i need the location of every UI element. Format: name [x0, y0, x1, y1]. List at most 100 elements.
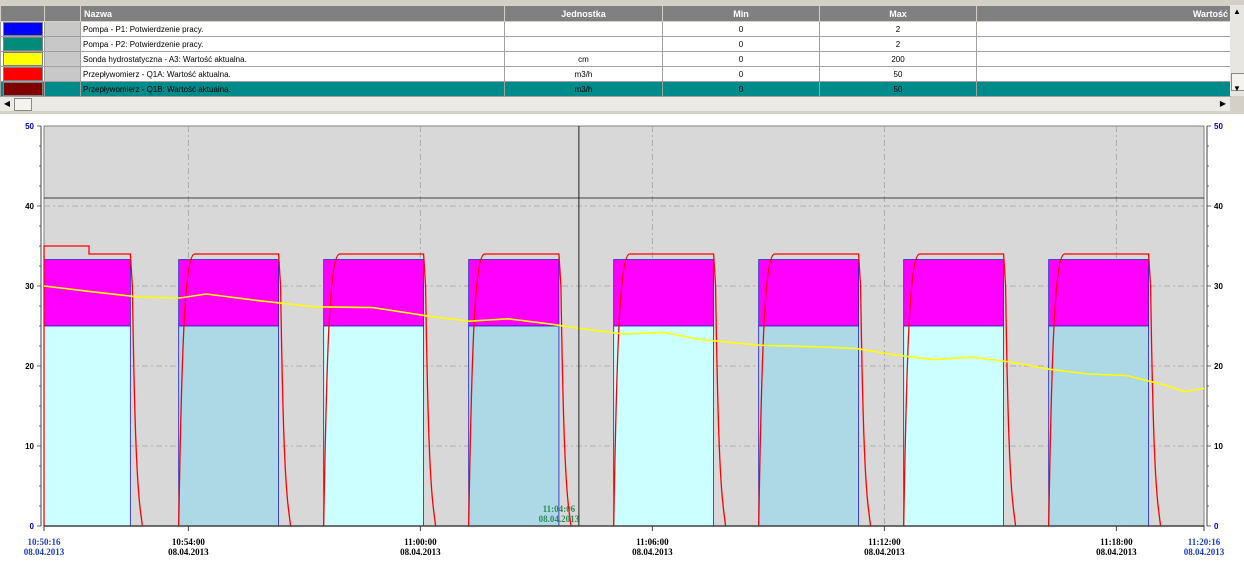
- color-swatch-icon: [2, 22, 43, 36]
- horizontal-scroll-thumb[interactable]: [14, 98, 32, 111]
- legend-header-row: Nazwa Jednostka Min Max Wartość: [0, 5, 1231, 22]
- series-color-swatch: [0, 36, 45, 52]
- flow-band-bar: [323, 259, 424, 327]
- series-visibility-cell: [44, 51, 81, 67]
- series-name: Przepływomierz - Q1A: Wartość aktualna.: [80, 66, 505, 82]
- left-y-tick-label: 0: [30, 522, 35, 531]
- series-min: 0: [662, 81, 820, 97]
- vertical-scrollbar[interactable]: ▲ ▼: [1230, 5, 1244, 96]
- x-tick-time-label: 10:50:16: [28, 537, 61, 547]
- series-name: Pompa - P1: Potwierdzenie pracy.: [80, 21, 505, 37]
- series-min: 0: [662, 36, 820, 52]
- scroll-right-button[interactable]: ▶: [1216, 97, 1230, 111]
- pump-p1-bar: [1048, 325, 1149, 527]
- left-y-tick-label: 10: [25, 442, 34, 451]
- series-max: 200: [819, 51, 977, 67]
- series-color-swatch: [0, 66, 45, 82]
- col-header-check[interactable]: [44, 5, 81, 22]
- series-value: [976, 66, 1231, 82]
- series-name: Przepływomierz - Q1B: Wartość aktualna.: [80, 81, 505, 97]
- x-tick-date-label: 08.04.2013: [168, 547, 209, 557]
- x-tick-date-label: 08.04.2013: [1184, 547, 1225, 557]
- series-color-swatch: [0, 51, 45, 67]
- series-unit: [504, 21, 663, 37]
- flow-band-bar: [903, 259, 1004, 327]
- series-min: 0: [662, 51, 820, 67]
- series-min: 0: [662, 66, 820, 82]
- series-value: [976, 51, 1231, 67]
- scroll-down-button[interactable]: ▼: [1230, 82, 1244, 96]
- series-min: 0: [662, 21, 820, 37]
- series-color-swatch: [0, 81, 45, 97]
- flow-band-bar: [178, 259, 279, 327]
- flow-band-bar: [758, 259, 859, 327]
- x-tick-date-label: 08.04.2013: [400, 547, 441, 557]
- cursor-time-label: 11:04:06: [543, 504, 576, 514]
- left-y-tick-label: 50: [25, 122, 34, 131]
- series-max: 2: [819, 21, 977, 37]
- x-tick-date-label: 08.04.2013: [1096, 547, 1137, 557]
- right-y-tick-label: 50: [1214, 122, 1223, 131]
- pump-p1-bar: [758, 325, 859, 527]
- x-tick-time-label: 11:20:16: [1188, 537, 1221, 547]
- series-visibility-cell: [44, 81, 81, 97]
- color-swatch-icon: [2, 52, 43, 66]
- flow-band-bar: [1048, 259, 1149, 327]
- flow-band-bar: [468, 259, 560, 327]
- series-value: [976, 21, 1231, 37]
- left-y-tick-label: 20: [25, 362, 34, 371]
- series-color-swatch: [0, 21, 45, 37]
- col-header-name[interactable]: Nazwa: [80, 5, 505, 22]
- series-max: 50: [819, 81, 977, 97]
- legend-row[interactable]: Pompa - P2: Potwierdzenie pracy. 0 2: [0, 36, 1231, 52]
- right-y-tick-label: 20: [1214, 362, 1223, 371]
- series-unit: cm: [504, 51, 663, 67]
- cursor-date-label: 08.04.2013: [539, 514, 580, 524]
- series-name: Pompa - P2: Potwierdzenie pracy.: [80, 36, 505, 52]
- legend-row[interactable]: Przepływomierz - Q1A: Wartość aktualna. m…: [0, 66, 1231, 82]
- color-swatch-icon: [2, 82, 43, 96]
- left-y-tick-label: 40: [25, 202, 34, 211]
- trend-chart-panel[interactable]: 11:04:06 08.04.2013 0 10 20 30 40 50 0 10 20 30 40 50…: [0, 114, 1244, 563]
- flow-band-bar: [43, 259, 131, 327]
- legend-table: Nazwa Jednostka Min Max Wartość Pompa - …: [0, 5, 1231, 97]
- series-max: 2: [819, 36, 977, 52]
- x-tick-date-label: 08.04.2013: [632, 547, 673, 557]
- right-y-tick-label: 0: [1214, 522, 1219, 531]
- pump-p1-bar: [178, 325, 279, 527]
- legend-row[interactable]: Sonda hydrostatyczna - A3: Wartość aktua…: [0, 51, 1231, 67]
- flow-band-bar: [613, 259, 714, 327]
- series-name: Sonda hydrostatyczna - A3: Wartość aktua…: [80, 51, 505, 67]
- col-header-min[interactable]: Min: [662, 5, 820, 22]
- x-tick-date-label: 08.04.2013: [24, 547, 65, 557]
- color-swatch-icon: [2, 37, 43, 51]
- right-y-tick-label: 30: [1214, 282, 1223, 291]
- legend-row[interactable]: Pompa - P1: Potwierdzenie pracy. 0 2: [0, 21, 1231, 37]
- right-y-tick-label: 40: [1214, 202, 1223, 211]
- col-header-max[interactable]: Max: [819, 5, 977, 22]
- left-y-tick-label: 30: [25, 282, 34, 291]
- right-y-tick-label: 10: [1214, 442, 1223, 451]
- x-tick-time-label: 11:18:00: [1100, 537, 1133, 547]
- series-visibility-cell: [44, 36, 81, 52]
- x-tick-time-label: 11:00:00: [404, 537, 437, 547]
- series-visibility-cell: [44, 21, 81, 37]
- legend-row[interactable]: Przepływomierz - Q1B: Wartość aktualna. m…: [0, 81, 1231, 97]
- col-header-color[interactable]: [0, 5, 45, 22]
- pump-p2-bar: [903, 325, 1004, 527]
- col-header-unit[interactable]: Jednostka: [504, 5, 663, 22]
- series-visibility-cell: [44, 66, 81, 82]
- horizontal-scrollbar[interactable]: ◀ ▶: [0, 97, 1230, 111]
- color-swatch-icon: [2, 67, 43, 81]
- col-header-value[interactable]: Wartość: [976, 5, 1231, 22]
- series-value: [976, 81, 1231, 97]
- series-unit: m3/h: [504, 81, 663, 97]
- x-tick-time-label: 10:54:00: [172, 537, 205, 547]
- scroll-up-button[interactable]: ▲: [1230, 5, 1244, 19]
- pump-p2-bar: [613, 325, 714, 527]
- trend-chart[interactable]: 11:04:0608.04.20130102030405001020304050…: [0, 114, 1244, 563]
- pump-p1-bar: [468, 325, 560, 527]
- scroll-left-button[interactable]: ◀: [0, 97, 14, 111]
- series-unit: [504, 36, 663, 52]
- series-unit: m3/h: [504, 66, 663, 82]
